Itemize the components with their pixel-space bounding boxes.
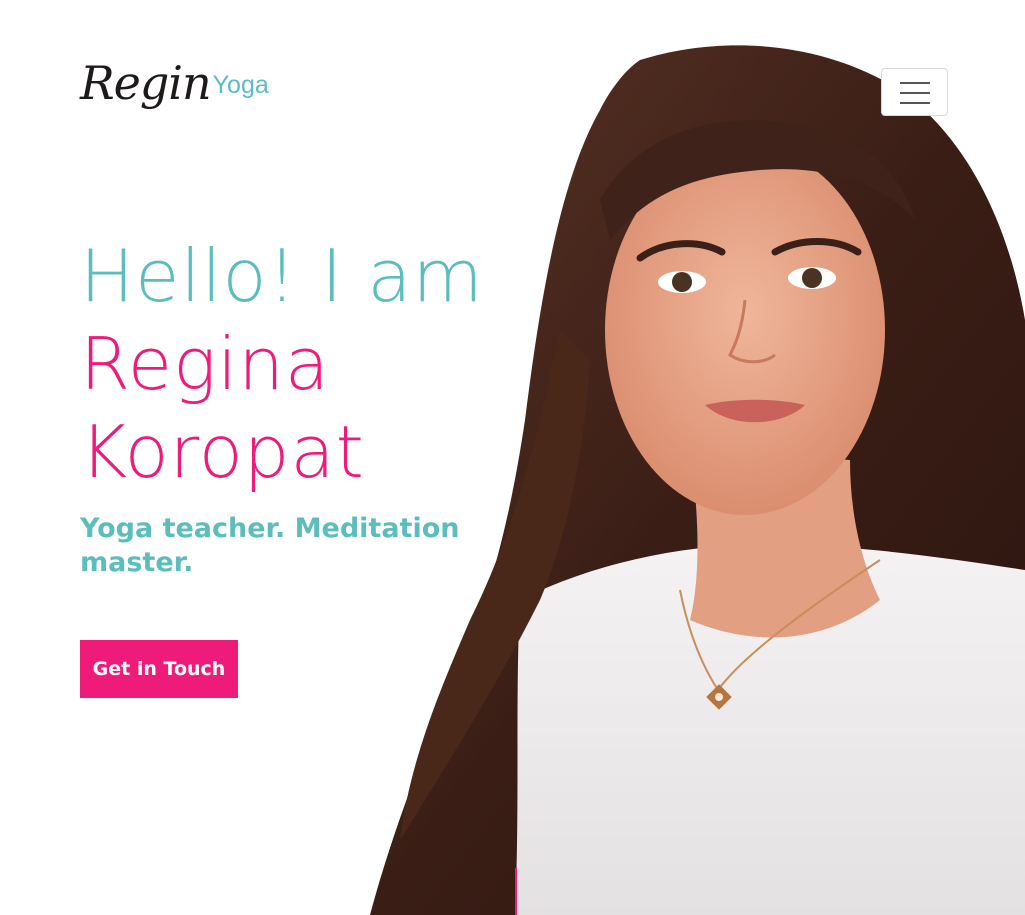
get-in-touch-button[interactable]: Get in Touch: [80, 640, 238, 698]
headline-greeting: Hello! I am: [80, 234, 484, 318]
hero-tagline: Yoga teacher. Meditation master.: [80, 513, 460, 578]
hamburger-icon-bar: [900, 82, 930, 84]
logo-suffix-text: Yoga: [212, 71, 269, 99]
logo-script-text: Regin: [80, 56, 212, 110]
hero-headline: Hello! I am Regina Koropat: [80, 232, 484, 496]
hamburger-icon-bar: [900, 102, 930, 104]
headline-last-name: Koropat: [80, 410, 365, 494]
headline-first-name: Regina: [80, 322, 331, 406]
menu-toggle-button[interactable]: [881, 68, 948, 116]
decorative-accent-line: [515, 868, 517, 915]
hamburger-icon-bar: [900, 92, 930, 94]
site-logo[interactable]: Regin Yoga: [80, 60, 269, 106]
